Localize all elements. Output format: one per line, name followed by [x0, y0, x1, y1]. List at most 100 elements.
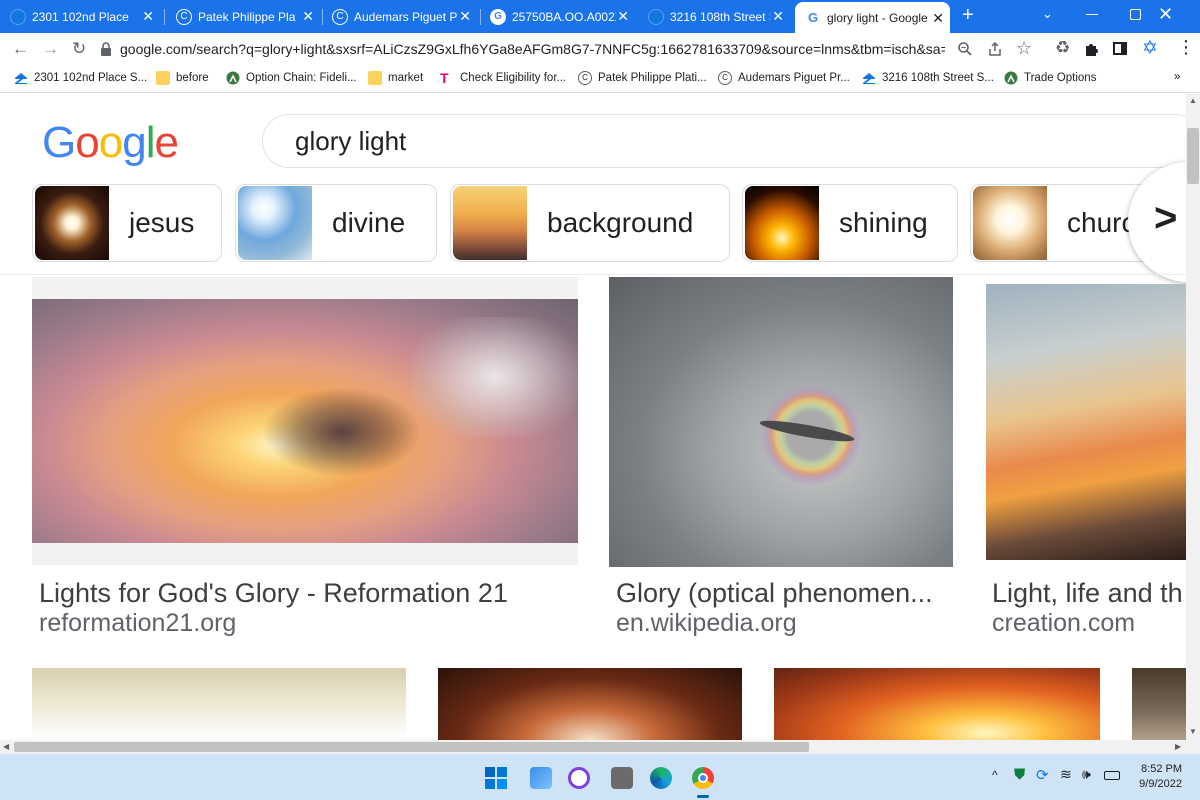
chip-shining[interactable]: shining [742, 184, 958, 262]
bookmark-check-eligibility[interactable]: T Check Eligibility for... [440, 71, 566, 85]
chip-background[interactable]: background [450, 184, 730, 262]
battery-icon[interactable] [1104, 771, 1120, 780]
chevron-down-icon[interactable]: ⌄ [1042, 6, 1053, 22]
restore-icon[interactable] [1130, 9, 1141, 20]
bookmark-market[interactable]: market [368, 71, 423, 85]
minimize-icon[interactable] [1086, 14, 1098, 15]
chrono-icon: C [332, 8, 348, 25]
tab-audemars[interactable]: C Audemars Piguet Pr ✕ [332, 0, 477, 33]
chrome-active-indicator [697, 795, 709, 798]
chip-label: churc [1067, 207, 1136, 238]
result-source[interactable]: creation.com [992, 609, 1186, 638]
image-result-4[interactable] [32, 668, 406, 740]
cortana-icon[interactable] [568, 767, 590, 789]
chip-jesus[interactable]: jesus [32, 184, 222, 262]
bookmark-patek[interactable]: C Patek Philippe Plati... [578, 71, 707, 85]
close-icon[interactable]: ✕ [617, 8, 629, 25]
tab-25750ba[interactable]: G 25750BA.OO.A002X ✕ [490, 0, 635, 33]
bookmark-label: Option Chain: Fideli... [246, 72, 357, 84]
close-icon[interactable]: ✕ [142, 8, 154, 25]
chip-thumbnail [973, 186, 1047, 260]
logo-letter: o [75, 118, 100, 167]
result-source[interactable]: en.wikipedia.org [616, 609, 956, 638]
widgets-icon[interactable] [530, 767, 552, 789]
close-icon[interactable]: ✕ [772, 8, 784, 25]
result-title[interactable]: Glory (optical phenomen... [616, 578, 956, 609]
scroll-right-arrow-icon[interactable]: ▶ [1175, 742, 1181, 751]
side-panel-icon[interactable] [1113, 42, 1127, 55]
scroll-up-arrow-icon[interactable]: ▲ [1189, 96, 1197, 105]
back-icon[interactable]: ← [12, 39, 29, 59]
tab-zillow-3216[interactable]: 3216 108th Street S ✕ [648, 0, 790, 33]
result-image[interactable] [986, 284, 1186, 560]
chips-next-button[interactable]: > [1128, 162, 1186, 282]
bookmark-option-chain[interactable]: Option Chain: Fideli... [226, 71, 357, 85]
tab-title: 2301 102nd Place S [32, 9, 132, 24]
start-icon[interactable] [485, 767, 507, 789]
bookmark-before[interactable]: before [156, 71, 209, 85]
reload-icon[interactable]: ↻ [72, 39, 86, 59]
chip-thumbnail [35, 186, 109, 260]
chip-label: jesus [129, 207, 195, 238]
chevron-right-icon: > [1154, 196, 1178, 240]
calculator-icon[interactable] [611, 767, 633, 789]
result-image[interactable] [609, 277, 953, 567]
bookmark-zillow-2301[interactable]: 2301 102nd Place S... [14, 71, 147, 85]
result-source[interactable]: reformation21.org [39, 609, 579, 638]
result-title[interactable]: Lights for God's Glory - Reformation 21 [39, 578, 579, 609]
address-bar[interactable]: google.com/search?q=glory+light&sxsrf=AL… [100, 36, 990, 62]
tab-zillow-2301[interactable]: 2301 102nd Place S ✕ [10, 0, 160, 33]
close-icon[interactable]: ✕ [932, 10, 944, 27]
tab-strip: 2301 102nd Place S ✕ C Patek Philippe Pl… [0, 0, 1200, 33]
zillow-icon [863, 73, 875, 84]
system-clock[interactable]: 8:52 PM 9/9/2022 [1139, 762, 1182, 792]
search-input[interactable]: glory light [262, 114, 1186, 168]
extensions-puzzle-icon[interactable] [1084, 41, 1100, 57]
logo-letter: o [98, 118, 124, 167]
volume-icon[interactable]: 🕪 [1082, 766, 1091, 783]
google-logo[interactable]: Google [42, 118, 179, 168]
tab-patek[interactable]: C Patek Philippe Plati ✕ [176, 0, 320, 33]
zillow-icon [15, 73, 27, 84]
bookmark-trade-options[interactable]: Trade Options [1004, 71, 1096, 85]
scroll-left-arrow-icon[interactable]: ◀ [3, 742, 9, 751]
bookmark-star-icon[interactable]: ☆ [1016, 38, 1032, 59]
bookmark-label: Check Eligibility for... [460, 72, 567, 84]
chrome-icon[interactable] [692, 767, 714, 789]
shield-icon[interactable]: ⛊ [1014, 766, 1025, 783]
zoom-icon[interactable] [957, 41, 973, 57]
bookmarks-overflow[interactable]: » [1174, 71, 1180, 83]
wifi-icon[interactable]: ≋ [1060, 766, 1072, 783]
bookmark-label: before [176, 72, 209, 84]
forward-icon[interactable]: → [42, 39, 59, 59]
logo-letter: e [154, 118, 179, 167]
star-of-david-icon[interactable]: ✡ [1142, 37, 1158, 60]
image-result-7[interactable] [1132, 668, 1186, 740]
sync-icon[interactable]: ⟳ [1036, 766, 1049, 784]
bookmark-zillow-3216[interactable]: 3216 108th Street S... [862, 71, 994, 85]
vertical-scroll-thumb[interactable] [1187, 128, 1199, 184]
chip-divine[interactable]: divine [235, 184, 437, 262]
tab-title: glory light - Google [827, 10, 927, 25]
image-result-5[interactable] [438, 668, 742, 740]
tab-glory-light[interactable]: G glory light - Google ✕ [795, 2, 950, 33]
vertical-scrollbar[interactable] [1186, 94, 1200, 740]
folder-icon [368, 71, 382, 85]
edge-icon[interactable] [650, 767, 672, 789]
result-image[interactable] [32, 277, 578, 565]
chrono-icon: C [578, 71, 592, 85]
image-result-6[interactable] [774, 668, 1100, 740]
result-title[interactable]: Light, life and th [992, 578, 1186, 609]
bookmark-audemars[interactable]: C Audemars Piguet Pr... [718, 71, 850, 85]
share-icon[interactable] [987, 41, 1003, 57]
horizontal-scroll-thumb[interactable] [14, 742, 809, 752]
new-tab-plus-icon[interactable]: + [962, 4, 974, 27]
window-close-icon[interactable]: ✕ [1158, 4, 1173, 25]
scroll-down-arrow-icon[interactable]: ▼ [1189, 727, 1197, 736]
tray-chevron-icon[interactable]: ^ [992, 768, 998, 782]
search-query: glory light [295, 125, 407, 156]
close-icon[interactable]: ✕ [459, 8, 471, 25]
menu-kebab-icon[interactable]: ⋮ [1177, 37, 1195, 58]
close-icon[interactable]: ✕ [302, 8, 314, 25]
recycle-extension-icon[interactable]: ♻ [1055, 38, 1070, 58]
